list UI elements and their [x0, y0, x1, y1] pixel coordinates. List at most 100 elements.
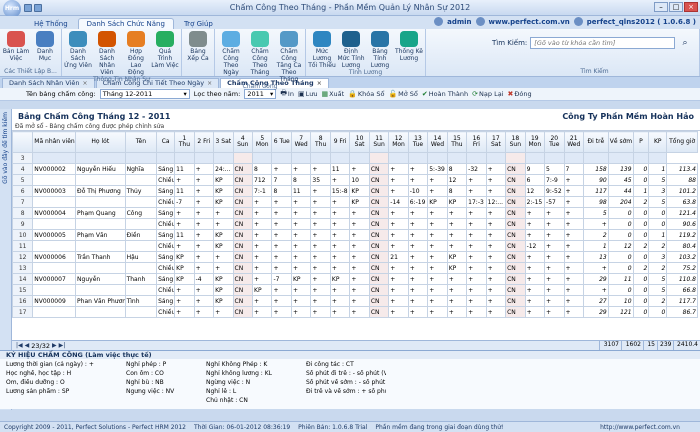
grid-cell[interactable]: 1 [582, 240, 609, 252]
grid-cell[interactable]: KP [174, 251, 195, 263]
grid-cell[interactable] [124, 196, 158, 208]
ribbon-button[interactable]: Bảng Xếp Ca [184, 31, 212, 62]
grid-cell[interactable]: CN [232, 262, 254, 274]
grid-cell[interactable]: 12 [524, 185, 546, 197]
grid-cell[interactable]: 7 [563, 163, 584, 175]
grid-cell[interactable]: + [388, 163, 409, 175]
grid-cell[interactable]: CN [232, 174, 254, 186]
grid-cell[interactable]: KP [290, 273, 312, 285]
grid-cell[interactable]: + [582, 218, 609, 230]
print-button[interactable]: 🖶 In [280, 89, 294, 100]
grid-cell[interactable]: + [582, 284, 609, 296]
grid-cell[interactable]: + [544, 273, 565, 285]
table-row[interactable]: 3 [11, 152, 698, 164]
grid-cell[interactable]: + [388, 295, 409, 307]
save-button[interactable]: ▣ Lưu [298, 90, 318, 98]
grid-cell[interactable]: CN [368, 262, 390, 274]
grid-cell[interactable] [124, 284, 158, 296]
grid-cell[interactable]: 2 [648, 262, 668, 274]
grid-cell[interactable]: + [388, 218, 409, 230]
column-header[interactable]: 5 Mon [252, 131, 273, 153]
grid-cell[interactable]: + [290, 262, 312, 274]
grid-cell[interactable] [75, 284, 126, 296]
grid-cell[interactable]: + [290, 240, 312, 252]
grid-cell[interactable]: Nguyễn Hiếu [75, 163, 126, 175]
ribbon-button[interactable]: Chấm Công Theo Ngày [217, 31, 245, 83]
grid-cell[interactable]: 10 [349, 174, 370, 186]
grid-cell[interactable]: + [446, 284, 468, 296]
grid-cell[interactable]: 0 [632, 295, 650, 307]
grid-cell[interactable]: 6:-19 [407, 196, 429, 208]
grid-cell[interactable]: + [388, 240, 409, 252]
grid-cell[interactable]: Trần Thanh [75, 251, 126, 263]
ribbon-button[interactable]: Bảng Tính Lương [366, 31, 394, 69]
grid-cell[interactable] [544, 152, 565, 164]
grid-cell[interactable] [582, 152, 609, 164]
grid-cell[interactable]: Chiều [156, 196, 176, 208]
grid-cell[interactable] [124, 306, 158, 318]
grid-cell[interactable]: + [193, 229, 215, 241]
grid-cell[interactable]: + [524, 207, 546, 219]
ribbon-button[interactable]: Mức Lương Tối Thiểu [308, 31, 336, 69]
grid-cell[interactable]: 12 [446, 174, 468, 186]
grid-cell[interactable]: + [388, 273, 409, 285]
export-button[interactable]: ▦ Xuất [321, 90, 344, 98]
grid-cell[interactable]: + [563, 207, 584, 219]
grid-cell[interactable]: + [310, 163, 331, 175]
grid-cell[interactable]: 5 [648, 174, 668, 186]
grid-cell[interactable]: 1 [648, 229, 668, 241]
grid-cell[interactable]: KP [213, 196, 234, 208]
grid-cell[interactable]: 7 [271, 174, 292, 186]
grid-cell[interactable]: + [310, 207, 331, 219]
grid-cell[interactable] [427, 152, 448, 164]
grid-cell[interactable]: + [310, 218, 331, 230]
grid-cell[interactable]: + [252, 262, 273, 274]
table-row[interactable]: 15 Chiều + + KP CN KP + + + + + CN + + + + + + CN + + + +0 0 5 66.… [11, 284, 698, 296]
grid-cell[interactable]: + [310, 240, 331, 252]
grid-cell[interactable]: Chiều [156, 218, 176, 230]
tab-tro-giup[interactable]: Trợ Giúp [176, 19, 221, 29]
grid-cell[interactable]: 11 [174, 185, 195, 197]
grid-cell[interactable]: + [271, 240, 292, 252]
grid-cell[interactable]: + [252, 251, 273, 263]
grid-cell[interactable]: 12:... [485, 196, 507, 208]
grid-cell[interactable]: + [485, 306, 507, 318]
grid-cell[interactable]: KP [446, 262, 468, 274]
lock-button[interactable]: 🔒 Khóa Sổ [348, 90, 384, 98]
grid-cell[interactable]: 0 [607, 262, 634, 274]
grid-cell[interactable]: CN [368, 218, 390, 230]
column-header[interactable]: 7 Wed [290, 131, 312, 153]
grid-cell[interactable]: 29 [582, 273, 609, 285]
grid-cell[interactable]: NV000007 [32, 273, 77, 285]
grid-cell[interactable]: + [174, 306, 195, 318]
grid-cell[interactable]: 712 [252, 174, 273, 186]
grid-cell[interactable]: 8 [252, 163, 273, 175]
grid-cell[interactable]: + [407, 207, 429, 219]
ribbon-button[interactable]: Danh Sách Nhân Viên [93, 31, 121, 76]
grid-cell[interactable]: 63.8 [666, 196, 698, 208]
grid-cell[interactable]: + [174, 218, 195, 230]
grid-cell[interactable]: + [193, 174, 215, 186]
grid-cell[interactable]: Đỗ Thị Phương [75, 185, 126, 197]
grid-cell[interactable]: 17:-3 [466, 196, 487, 208]
grid-cell[interactable] [75, 196, 126, 208]
grid-cell[interactable]: + [544, 251, 565, 263]
grid-cell[interactable]: CN [505, 295, 526, 307]
grid-cell[interactable] [124, 240, 158, 252]
column-header[interactable]: 17 Sat [485, 131, 507, 153]
grid-cell[interactable]: + [349, 240, 370, 252]
grid-cell[interactable]: + [193, 196, 215, 208]
grid-cell[interactable]: + [290, 229, 312, 241]
grid-cell[interactable]: + [290, 295, 312, 307]
grid-cell[interactable]: 0 [632, 273, 650, 285]
grid-cell[interactable] [632, 152, 650, 164]
reload-button[interactable]: ⟳ Nạp Lại [472, 90, 503, 98]
grid-cell[interactable]: 3 [648, 251, 668, 263]
grid-cell[interactable]: Phan Văn Phương [75, 295, 126, 307]
app-logo-icon[interactable]: Hrm [3, 0, 21, 18]
grid-cell[interactable]: Sáng [156, 273, 176, 285]
column-header[interactable]: 6 Tue [271, 131, 292, 153]
grid-cell[interactable] [232, 152, 254, 164]
grid-cell[interactable]: CN [505, 251, 526, 263]
grid-cell[interactable]: 2 [632, 240, 650, 252]
